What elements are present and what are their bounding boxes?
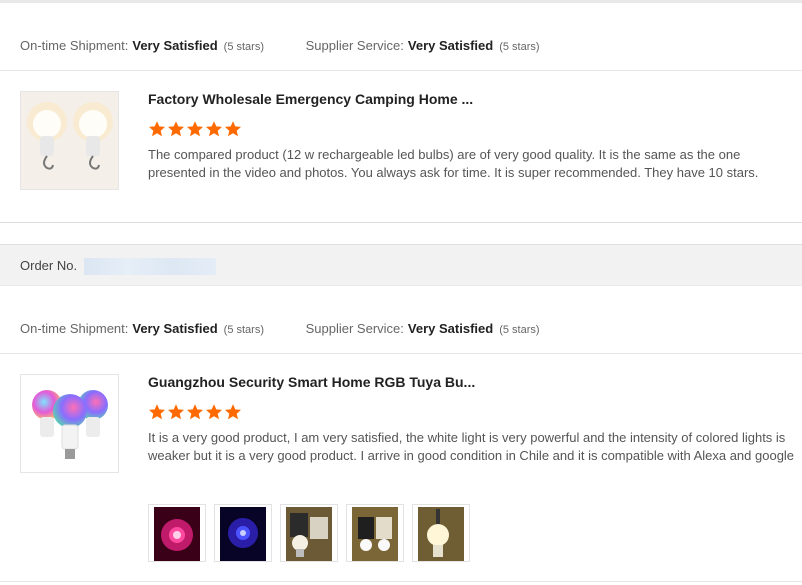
top-divider bbox=[0, 0, 802, 3]
shipment-value: Very Satisfied bbox=[132, 321, 218, 336]
review-photo-lit-bulb[interactable] bbox=[412, 504, 470, 562]
review-text: It is a very good product, I am very sat… bbox=[148, 430, 795, 463]
divider bbox=[0, 581, 802, 582]
bulb-lit-photo bbox=[418, 507, 464, 561]
review-photo-blue-light[interactable] bbox=[214, 504, 272, 562]
order-1-ratings: On-time Shipment: Very Satisfied (5 stars)… bbox=[20, 38, 578, 58]
divider bbox=[0, 222, 802, 223]
star-icon bbox=[168, 121, 184, 137]
order-number-label: Order No. bbox=[20, 258, 78, 273]
star-icon bbox=[225, 404, 241, 420]
order-2-ratings: On-time Shipment: Very Satisfied (5 stars)… bbox=[20, 321, 578, 341]
star-icon bbox=[206, 404, 222, 420]
star-icon bbox=[206, 121, 222, 137]
supplier-label: Supplier Service: bbox=[305, 38, 404, 53]
divider bbox=[0, 353, 802, 354]
shipment-label: On-time Shipment: bbox=[20, 321, 129, 336]
blue-light-photo bbox=[220, 507, 266, 561]
bulb-box-photo-1 bbox=[286, 507, 332, 561]
shipment-label: On-time Shipment: bbox=[20, 38, 129, 53]
review-photo-box-2[interactable] bbox=[346, 504, 404, 562]
shipment-stars-note: (5 stars) bbox=[223, 324, 264, 336]
rechargeable-bulbs-image bbox=[21, 92, 118, 189]
star-icon bbox=[149, 404, 165, 420]
product-thumbnail[interactable] bbox=[20, 374, 119, 473]
review-photo-box-1[interactable] bbox=[280, 504, 338, 562]
rgb-bulbs-image bbox=[21, 375, 118, 472]
product-rating-stars bbox=[148, 120, 243, 138]
star-icon bbox=[168, 404, 184, 420]
star-icon bbox=[187, 121, 203, 137]
order-number-bar: Order No. bbox=[0, 244, 802, 286]
product-thumbnail[interactable] bbox=[20, 91, 119, 190]
supplier-label: Supplier Service: bbox=[305, 321, 404, 336]
divider bbox=[0, 70, 802, 71]
supplier-value: Very Satisfied bbox=[407, 38, 494, 53]
product-title-link[interactable]: Guangzhou Security Smart Home RGB Tuya B… bbox=[148, 374, 475, 390]
shipment-value: Very Satisfied bbox=[132, 38, 218, 53]
supplier-stars-note: (5 stars) bbox=[499, 41, 540, 53]
pink-light-photo bbox=[154, 507, 200, 561]
star-icon bbox=[225, 121, 241, 137]
supplier-value: Very Satisfied bbox=[407, 321, 494, 336]
product-rating-stars bbox=[148, 403, 243, 421]
star-icon bbox=[149, 121, 165, 137]
star-icon bbox=[187, 404, 203, 420]
bulb-box-photo-2 bbox=[352, 507, 398, 561]
review-photo-pink-light[interactable] bbox=[148, 504, 206, 562]
product-title-link[interactable]: Factory Wholesale Emergency Camping Home… bbox=[148, 91, 473, 107]
shipment-stars-note: (5 stars) bbox=[223, 41, 264, 53]
review-text: The compared product (12 w rechargeable … bbox=[148, 147, 759, 180]
supplier-stars-note: (5 stars) bbox=[499, 324, 540, 336]
order-number-redacted bbox=[84, 258, 216, 275]
